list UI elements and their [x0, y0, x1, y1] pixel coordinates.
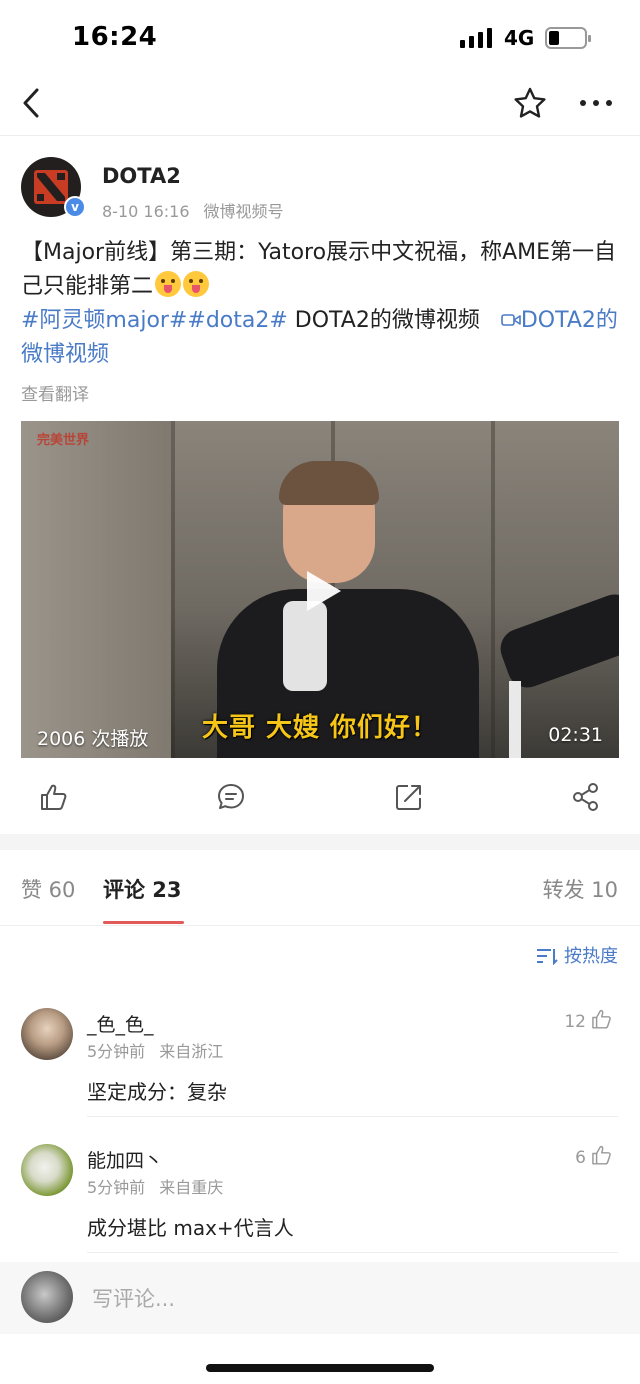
comment-icon[interactable] — [216, 782, 246, 812]
nav-bar — [0, 72, 640, 136]
active-tab-indicator — [103, 921, 184, 924]
like-icon[interactable] — [38, 782, 68, 812]
comment-like-count: 12 — [564, 1012, 586, 1032]
translate-link[interactable]: 查看翻译 — [21, 380, 89, 405]
video-caption: DOTA2的微博视频 — [294, 308, 480, 333]
commenter-avatar[interactable] — [21, 1008, 73, 1060]
interaction-tabs: 赞 60 评论 23 转发 10 — [0, 850, 640, 926]
comment-text: 坚定成分：复杂 — [87, 1080, 227, 1104]
comment-input-bar: 写评论... — [0, 1262, 640, 1334]
home-indicator[interactable] — [206, 1364, 434, 1372]
author-name[interactable]: DOTA2 — [102, 164, 181, 188]
tongue-emoji-icon — [183, 271, 210, 297]
sort-button[interactable]: 按热度 — [536, 942, 618, 968]
back-icon[interactable] — [18, 86, 48, 120]
video-duration: 02:31 — [548, 724, 603, 746]
share-icon[interactable] — [571, 782, 601, 812]
post-source: 微博视频号 — [203, 202, 284, 221]
comment-separator — [87, 1116, 618, 1117]
comment-meta: 5分钟前 来自浙江 — [87, 1038, 223, 1062]
status-time: 16:24 — [72, 22, 158, 52]
tongue-emoji-icon — [155, 271, 182, 297]
verified-badge-icon: v — [64, 196, 86, 218]
like-icon — [592, 1009, 611, 1029]
comment-like-button[interactable]: 6 — [575, 1144, 612, 1168]
phone-gimbal — [283, 601, 327, 691]
tab-reposts[interactable]: 转发 10 — [543, 874, 618, 904]
video-person — [494, 588, 619, 694]
comment-like-count: 6 — [575, 1148, 586, 1168]
sort-label: 按热度 — [564, 946, 618, 967]
tab-comments[interactable]: 评论 23 — [103, 874, 182, 904]
network-type: 4G — [504, 26, 535, 50]
post-body: 【Major前线】第三期：Yatoro展示中文祝福，称AME第一自己只能排第二 … — [21, 236, 621, 372]
hashtag-link[interactable]: #阿灵顿major##dota2# — [21, 308, 288, 333]
video-player[interactable]: 完美世界 大哥 大嫂 你们好！ 2006 次播放 02:31 — [21, 421, 619, 758]
post-meta: 8-10 16:16 微博视频号 — [102, 198, 284, 222]
more-icon[interactable] — [578, 98, 614, 108]
like-icon — [592, 1145, 611, 1165]
comment-separator — [87, 1252, 618, 1253]
play-count: 2006 次播放 — [37, 728, 149, 750]
comment-location: 来自浙江 — [159, 1042, 224, 1061]
repost-icon[interactable] — [394, 782, 424, 812]
battery-icon — [545, 27, 591, 49]
signal-icon — [460, 28, 492, 48]
tab-likes[interactable]: 赞 60 — [21, 874, 75, 904]
comment-text: 成分堪比 max+代言人 — [87, 1216, 294, 1240]
comment-like-button[interactable]: 12 — [564, 1008, 612, 1032]
favorite-star-icon[interactable] — [513, 86, 547, 120]
comment-time: 5分钟前 — [87, 1178, 146, 1197]
comment-time: 5分钟前 — [87, 1042, 146, 1061]
user-avatar[interactable] — [21, 1271, 73, 1323]
commenter-avatar[interactable] — [21, 1144, 73, 1196]
commenter-name[interactable]: 能加四丶 — [87, 1146, 163, 1173]
video-camera-icon — [501, 314, 521, 326]
video-person — [279, 461, 379, 505]
post-text: 【Major前线】第三期：Yatoro展示中文祝福，称AME第一自己只能排第二 — [21, 240, 617, 299]
comment-location: 来自重庆 — [159, 1178, 224, 1197]
video-watermark: 完美世界 — [37, 433, 90, 448]
section-divider — [0, 834, 640, 850]
commenter-name[interactable]: _色_色_ — [87, 1010, 154, 1037]
post-header: v DOTA2 8-10 16:16 微博视频号 — [0, 150, 640, 222]
action-row — [0, 772, 640, 822]
status-bar: 16:24 4G — [0, 0, 640, 72]
comment-input[interactable]: 写评论... — [92, 1283, 175, 1313]
comment-meta: 5分钟前 来自重庆 — [87, 1174, 223, 1198]
sort-icon — [537, 949, 558, 965]
post-date: 8-10 16:16 — [102, 202, 190, 221]
play-icon[interactable] — [301, 569, 343, 613]
